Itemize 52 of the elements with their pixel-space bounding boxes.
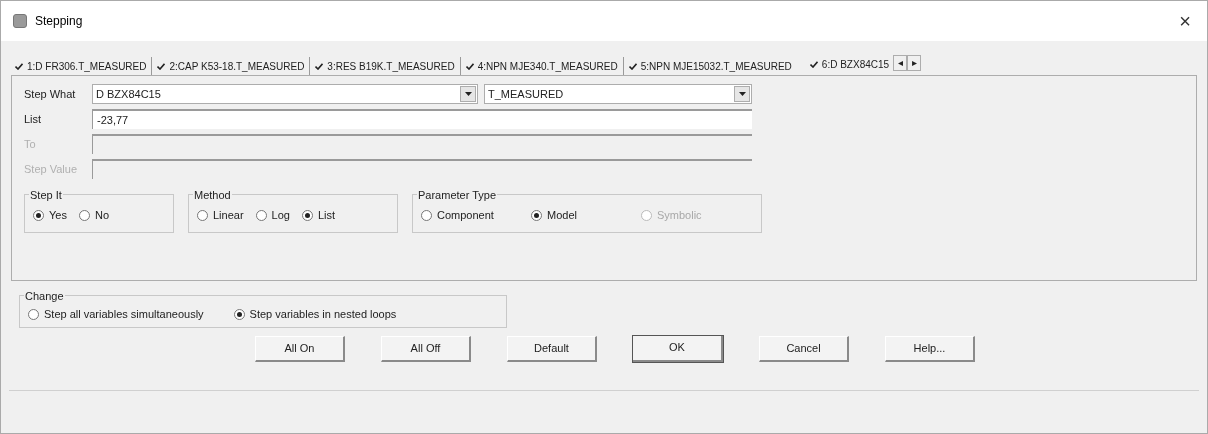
tab[interactable]: 2:CAP K53-18.T_MEASURED	[157, 57, 305, 75]
radio-label: Log	[271, 208, 290, 223]
radio-label: Linear	[213, 208, 244, 223]
field-label: To	[24, 136, 37, 152]
tab[interactable]: 5:NPN MJE15032.T_MEASURED	[628, 57, 792, 75]
radio-button[interactable]	[197, 209, 208, 221]
dialog-button[interactable]: Cancel	[759, 335, 849, 362]
dropdown-button[interactable]	[734, 86, 750, 102]
checkmark-icon	[809, 60, 818, 68]
close-button[interactable]: ×	[1175, 11, 1195, 31]
tab[interactable]: 1:D FR306.T_MEASURED	[15, 57, 147, 75]
checkmark-icon	[315, 62, 324, 70]
radio-button[interactable]	[255, 209, 267, 221]
radio-label: Step all variables simultaneously	[44, 307, 204, 322]
radio-button[interactable]	[33, 209, 44, 221]
radio-button[interactable]	[233, 308, 245, 320]
dialog-button[interactable]: All Off	[381, 335, 471, 362]
radio-button[interactable]	[421, 209, 432, 221]
parameter-dropdown[interactable]: T_MEASURED	[484, 84, 752, 104]
tab[interactable]: 3:RES B19K.T_MEASURED	[315, 57, 455, 75]
radio-label: List	[317, 208, 336, 223]
checkmark-icon	[465, 62, 474, 70]
field-label: Step Value	[24, 161, 78, 177]
dialog-button[interactable]: OK	[633, 335, 723, 362]
radio-button[interactable]	[531, 209, 542, 221]
radio-button[interactable]	[28, 308, 39, 320]
window-title: Stepping	[35, 13, 83, 30]
dialog-button[interactable]: Default	[507, 335, 597, 362]
input-field[interactable]: -23,77	[92, 109, 752, 129]
caret-icon	[738, 92, 746, 96]
app-icon	[13, 14, 27, 28]
field-label: List	[24, 111, 43, 127]
dropdown-button[interactable]	[460, 86, 476, 102]
tab[interactable]: 4:NPN MJE340.T_MEASURED	[465, 57, 618, 75]
field-label: Step What	[24, 86, 77, 102]
radio-button[interactable]	[301, 209, 313, 221]
radio-label: No	[94, 208, 109, 223]
tab-scroll-button[interactable]: ◂	[893, 55, 908, 71]
checkmark-icon	[157, 62, 166, 70]
radio-button[interactable]	[78, 209, 90, 221]
radio-label: Model	[547, 208, 577, 223]
radio-label: Yes	[49, 208, 67, 223]
dialog-button[interactable]: All On	[255, 335, 345, 362]
device-dropdown[interactable]: D BZX84C15	[92, 84, 478, 104]
tab-scroll-button[interactable]: ▸	[907, 55, 922, 71]
checkmark-icon	[628, 62, 637, 70]
caret-icon	[464, 92, 472, 96]
radio-label: Component	[437, 208, 494, 223]
checkmark-icon	[15, 62, 23, 70]
radio-label: Symbolic	[657, 208, 702, 223]
radio-label: Step variables in nested loops	[249, 307, 397, 322]
dialog-button[interactable]: Help...	[885, 335, 975, 362]
